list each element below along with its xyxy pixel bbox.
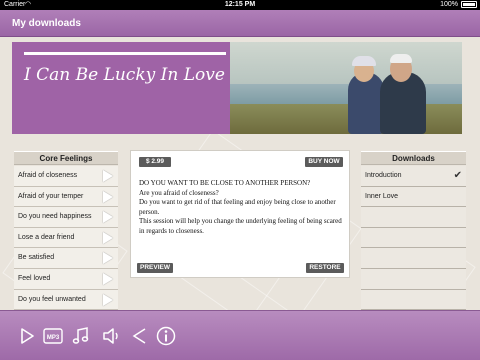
photo-sea [230, 84, 462, 106]
product-detail-panel: $ 2.99 BUY NOW DO YOU WANT TO BE CLOSE T… [130, 150, 350, 278]
restore-button[interactable]: RESTORE [306, 263, 344, 273]
battery-indicator: 100% [440, 1, 477, 8]
download-item-empty [361, 207, 466, 228]
core-feelings-title: Core Feelings [14, 151, 118, 165]
core-feeling-label: Afraid of your temper [18, 192, 84, 200]
photo-person-woman-hat [352, 56, 376, 66]
description-line: DO YOU WANT TO BE CLOSE TO ANOTHER PERSO… [139, 179, 311, 187]
downloads-list: Introduction ✔ Inner Love [361, 166, 466, 311]
core-feeling-item[interactable]: Afraid of your temper [14, 186, 118, 208]
download-item[interactable]: Introduction ✔ [361, 166, 466, 187]
description-line: This session will help you change the un… [139, 217, 342, 235]
play-icon[interactable] [103, 211, 113, 224]
core-feeling-label: Do you need happiness [18, 213, 92, 221]
banner-title-panel: I Can Be Lucky In Love [12, 42, 230, 134]
description-line: Are you afraid of closeness? [139, 188, 219, 197]
page-title: My downloads [12, 18, 81, 29]
download-item-empty [361, 248, 466, 269]
download-item-empty [361, 227, 466, 249]
core-feeling-label: Do you feel unwanted [18, 295, 86, 303]
core-feelings-list: Afraid of closeness Afraid of your tempe… [14, 166, 118, 311]
download-item-empty [361, 268, 466, 290]
core-feeling-label: Afraid of closeness [18, 172, 78, 179]
play-icon[interactable] [103, 170, 113, 182]
banner-title: I Can Be Lucky In Love [24, 65, 225, 85]
photo-grass [230, 104, 462, 134]
navigation-bar: My downloads [0, 10, 480, 37]
program-banner: I Can Be Lucky In Love [12, 42, 462, 134]
download-label: Inner Love [365, 192, 399, 200]
core-feeling-item[interactable]: Do you feel unwanted [14, 289, 118, 311]
battery-percent: 100% [440, 1, 458, 8]
photo-person-man-hair [390, 54, 412, 63]
status-bar: Carrier ◠ 12:15 PM 100% [0, 0, 480, 10]
core-feeling-label: Lose a dear friend [18, 233, 75, 241]
music-note-icon[interactable] [70, 325, 92, 347]
play-icon[interactable] [103, 231, 113, 244]
product-description: DO YOU WANT TO BE CLOSE TO ANOTHER PERSO… [139, 179, 344, 236]
share-icon[interactable] [128, 325, 150, 347]
core-feeling-item[interactable]: Feel loved [14, 268, 118, 290]
core-feeling-item[interactable]: Do you need happiness [14, 207, 118, 228]
mp3-icon[interactable]: MP3 [42, 325, 64, 347]
banner-photo [230, 42, 462, 134]
preview-button[interactable]: PREVIEW [137, 263, 173, 273]
info-icon[interactable] [155, 325, 177, 347]
mp3-icon-text: MP3 [47, 335, 60, 341]
speaker-icon[interactable] [100, 325, 122, 347]
play-icon[interactable] [103, 272, 113, 285]
play-icon[interactable] [103, 252, 113, 265]
download-item-empty [361, 289, 466, 311]
core-feeling-item[interactable]: Be satisfied [14, 248, 118, 269]
play-icon[interactable] [103, 190, 113, 203]
downloads-title: Downloads [361, 151, 466, 165]
buy-now-button[interactable]: BUY NOW [305, 157, 343, 167]
download-label: Introduction [365, 172, 402, 179]
bottom-toolbar: MP3 [0, 310, 480, 360]
core-feeling-item[interactable]: Afraid of closeness [14, 166, 118, 187]
banner-divider [24, 52, 226, 55]
play-icon[interactable] [103, 293, 113, 306]
description-line: Do you want to get rid of that feeling a… [139, 198, 336, 216]
play-icon[interactable] [16, 325, 38, 347]
checkmark-icon: ✔ [453, 170, 462, 181]
status-time: 12:15 PM [224, 1, 256, 8]
core-feeling-item[interactable]: Lose a dear friend [14, 227, 118, 249]
battery-icon [461, 1, 477, 8]
core-feeling-label: Feel loved [18, 274, 51, 282]
core-feeling-label: Be satisfied [18, 254, 55, 262]
price-badge: $ 2.99 [139, 157, 171, 167]
download-item[interactable]: Inner Love [361, 186, 466, 208]
